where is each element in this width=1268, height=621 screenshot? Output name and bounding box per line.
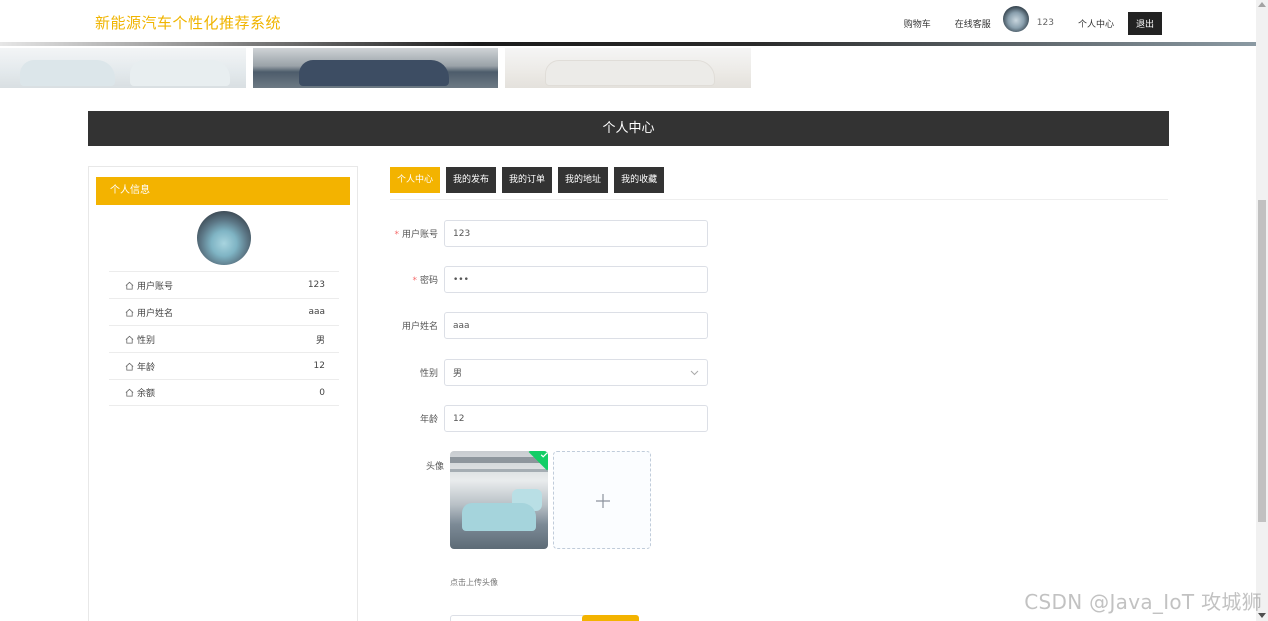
- info-label: 用户账号: [137, 281, 174, 292]
- nav-service-link[interactable]: 在线客服: [955, 17, 991, 30]
- chevron-down-icon: [690, 369, 699, 379]
- gender-value: 男: [453, 369, 463, 379]
- info-label: 用户姓名: [137, 308, 174, 319]
- banner-image-1[interactable]: [0, 48, 246, 88]
- info-row-gender: 性别 男: [109, 325, 339, 352]
- banner-image-3[interactable]: [505, 48, 751, 88]
- partial-button[interactable]: [582, 615, 639, 621]
- car-shape: [130, 60, 230, 86]
- age-input[interactable]: 12: [444, 405, 708, 432]
- page: 新能源汽车个性化推荐系统 购物车 在线客服 123 个人中心 退出 个人中心 个…: [0, 0, 1268, 621]
- avatar-label: 头像: [425, 462, 444, 472]
- car-shape: [20, 60, 115, 86]
- info-row-account: 用户账号 123: [109, 271, 339, 298]
- watermark: CSDN @Java_IoT 攻城狮: [1024, 590, 1262, 614]
- info-row-balance: 余额 0: [109, 379, 339, 406]
- partial-field[interactable]: [450, 615, 584, 621]
- profile-avatar: [197, 211, 251, 265]
- plus-icon: [596, 494, 610, 508]
- password-label: 密码: [419, 276, 438, 286]
- info-label: 余额: [137, 389, 156, 399]
- form-row-age: 年龄 12: [390, 405, 708, 432]
- info-value: 男: [315, 335, 325, 346]
- info-value: 0: [319, 387, 325, 398]
- car-shape: [299, 60, 449, 86]
- panel-title: 个人信息: [96, 177, 350, 205]
- name-input[interactable]: aaa: [444, 312, 708, 339]
- home-icon: [125, 308, 134, 317]
- site-brand[interactable]: 新能源汽车个性化推荐系统: [95, 12, 281, 33]
- profile-tabs: 个人中心 我的发布 我的订单 我的地址 我的收藏: [390, 167, 665, 193]
- upload-tip: 点击上传头像: [450, 578, 498, 587]
- avatar-upload-button[interactable]: [553, 451, 651, 549]
- banner-divider: [0, 42, 1256, 46]
- banner-image-2[interactable]: [253, 48, 498, 88]
- scroll-up-icon[interactable]: [1258, 2, 1266, 7]
- form-row-account: * 用户账号 123: [390, 220, 708, 247]
- info-value: aaa: [308, 307, 325, 317]
- tab-my-posts[interactable]: 我的发布: [446, 167, 497, 193]
- account-input[interactable]: 123: [444, 220, 708, 247]
- gender-label: 性别: [419, 369, 438, 379]
- home-icon: [125, 281, 134, 290]
- scroll-thumb[interactable]: [1258, 200, 1266, 522]
- page-title: 个人中心: [88, 111, 1169, 146]
- logout-button[interactable]: 退出: [1127, 11, 1162, 35]
- page-scrollbar[interactable]: [1256, 0, 1268, 621]
- nav-cart-link[interactable]: 购物车: [904, 17, 931, 30]
- tab-profile[interactable]: 个人中心: [390, 167, 441, 193]
- info-list: 用户账号 123 用户姓名 aaa 性别 男 年龄 12 余额 0: [109, 271, 339, 406]
- account-label: 用户账号: [401, 230, 438, 240]
- home-icon: [125, 335, 134, 344]
- info-row-age: 年龄 12: [109, 352, 339, 379]
- age-label: 年龄: [419, 415, 438, 425]
- nav-profile-link[interactable]: 个人中心: [1078, 17, 1114, 30]
- password-input[interactable]: •••: [444, 266, 708, 293]
- top-header: 新能源汽车个性化推荐系统 购物车 在线客服 123 个人中心 退出: [0, 0, 1256, 44]
- required-mark: *: [394, 230, 399, 240]
- tab-my-favorites[interactable]: 我的收藏: [614, 167, 665, 193]
- tab-my-address[interactable]: 我的地址: [558, 167, 609, 193]
- tab-my-orders[interactable]: 我的订单: [502, 167, 553, 193]
- info-row-name: 用户姓名 aaa: [109, 298, 339, 325]
- home-icon: [125, 388, 134, 397]
- profile-info-panel: 个人信息 用户账号 123 用户姓名 aaa 性别 男 年龄 12 余额 0: [88, 166, 358, 621]
- tab-divider: [390, 199, 1168, 200]
- gender-select[interactable]: 男: [444, 359, 708, 386]
- info-label: 性别: [137, 335, 156, 346]
- info-value: 123: [307, 280, 325, 290]
- name-label: 用户姓名: [401, 322, 438, 332]
- form-row-password: * 密码 •••: [390, 266, 708, 293]
- top-nav: 购物车 在线客服 123 个人中心 退出: [880, 6, 1162, 40]
- form-row-gender: 性别 男: [390, 359, 708, 386]
- required-mark: *: [412, 276, 417, 286]
- nav-username: 123: [1036, 18, 1054, 28]
- car-shape: [545, 60, 715, 86]
- avatar-thumbnail[interactable]: [450, 451, 548, 549]
- info-value: 12: [313, 361, 325, 371]
- info-label: 年龄: [137, 362, 156, 373]
- home-icon: [125, 362, 134, 371]
- form-row-name: 用户姓名 aaa: [390, 312, 708, 339]
- user-avatar[interactable]: [1002, 6, 1029, 32]
